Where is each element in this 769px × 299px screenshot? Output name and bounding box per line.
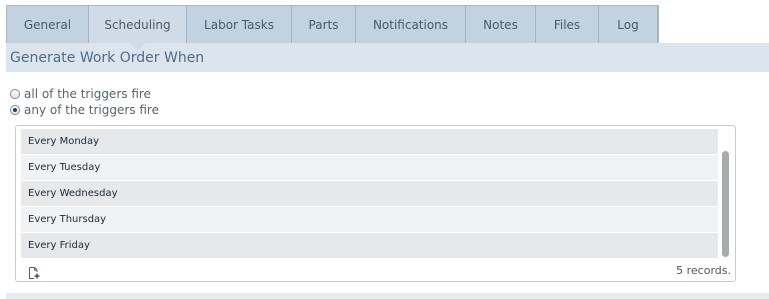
tab-files[interactable]: Files — [536, 6, 599, 43]
radio-any-triggers[interactable]: any of the triggers fire — [10, 103, 159, 117]
section-title: Generate Work Order When — [6, 43, 769, 72]
tab-parts[interactable]: Parts — [292, 6, 356, 43]
radio-button[interactable] — [10, 89, 20, 99]
footer-divider — [6, 293, 769, 299]
tab-labor-tasks[interactable]: Labor Tasks — [187, 6, 292, 43]
tab-general[interactable]: General — [7, 6, 89, 43]
trigger-list-panel: Every Monday Every Tuesday Every Wednesd… — [15, 125, 736, 282]
tab-bar: General Scheduling Labor Tasks Parts Not… — [6, 5, 659, 51]
radio-all-triggers[interactable]: all of the triggers fire — [10, 87, 151, 101]
tab-log[interactable]: Log — [599, 6, 658, 43]
add-document-icon[interactable] — [28, 264, 40, 279]
list-item[interactable]: Every Friday — [21, 233, 718, 259]
list-item[interactable]: Every Tuesday — [21, 155, 718, 181]
radio-label: all of the triggers fire — [24, 87, 151, 101]
radio-button-selected[interactable] — [10, 105, 20, 115]
record-count: 5 records. — [676, 264, 731, 277]
radio-label: any of the triggers fire — [24, 103, 159, 117]
list-item[interactable]: Every Thursday — [21, 207, 718, 233]
tab-scheduling[interactable]: Scheduling — [89, 6, 187, 51]
scrollbar-thumb[interactable] — [722, 151, 729, 257]
tab-notifications[interactable]: Notifications — [356, 6, 466, 43]
scrollbar[interactable] — [721, 129, 730, 259]
trigger-list: Every Monday Every Tuesday Every Wednesd… — [21, 129, 718, 259]
list-item[interactable]: Every Monday — [21, 129, 718, 155]
tab-notes[interactable]: Notes — [466, 6, 536, 43]
list-item[interactable]: Every Wednesday — [21, 181, 718, 207]
